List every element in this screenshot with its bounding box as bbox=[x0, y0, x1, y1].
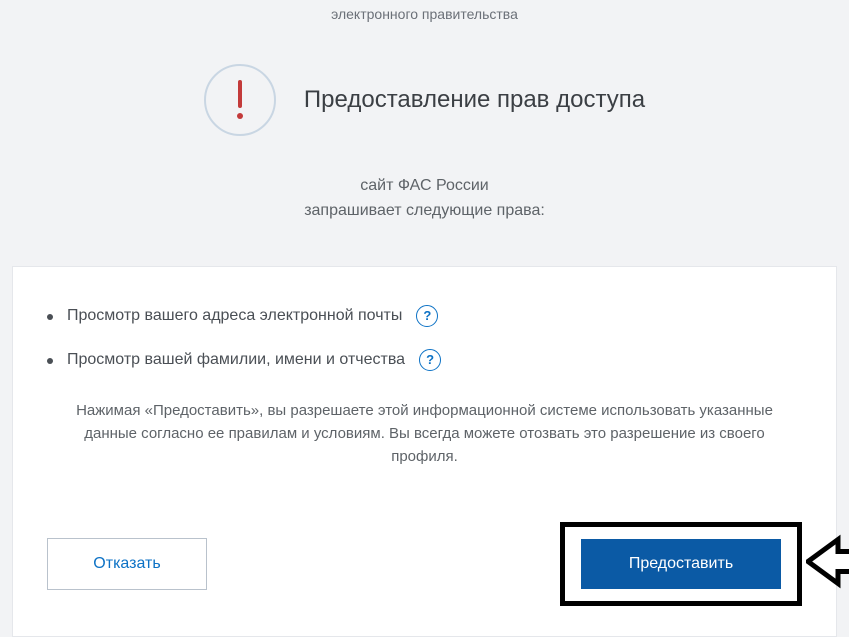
decline-button[interactable]: Отказать bbox=[47, 538, 207, 590]
primary-button-wrap: Предоставить bbox=[560, 522, 802, 606]
exclamation-icon bbox=[204, 64, 276, 136]
accept-button[interactable]: Предоставить bbox=[581, 539, 781, 589]
highlight-box: Предоставить bbox=[560, 522, 802, 606]
help-icon[interactable]: ? bbox=[419, 349, 441, 371]
permission-item: Просмотр вашего адреса электронной почты… bbox=[67, 305, 802, 327]
permissions-list: Просмотр вашего адреса электронной почты… bbox=[47, 305, 802, 371]
actions-row: Отказать Предоставить bbox=[47, 522, 802, 606]
permission-text: Просмотр вашего адреса электронной почты bbox=[67, 307, 402, 325]
disclaimer-text: Нажимая «Предоставить», вы разрешаете эт… bbox=[47, 399, 802, 469]
arrow-left-icon bbox=[806, 534, 849, 595]
requesting-caption: запрашивает следующие права: bbox=[0, 199, 849, 224]
page-title: Предоставление прав доступа bbox=[304, 86, 645, 114]
top-caption: электронного правительства bbox=[0, 0, 849, 22]
hero-row: Предоставление прав доступа bbox=[0, 64, 849, 136]
permission-item: Просмотр вашей фамилии, имени и отчества… bbox=[67, 349, 802, 371]
subtitle-block: сайт ФАС России запрашивает следующие пр… bbox=[0, 174, 849, 224]
requesting-site-name: сайт ФАС России bbox=[0, 174, 849, 199]
permissions-card: Просмотр вашего адреса электронной почты… bbox=[12, 266, 837, 637]
permission-text: Просмотр вашей фамилии, имени и отчества bbox=[67, 351, 405, 369]
help-icon[interactable]: ? bbox=[416, 305, 438, 327]
